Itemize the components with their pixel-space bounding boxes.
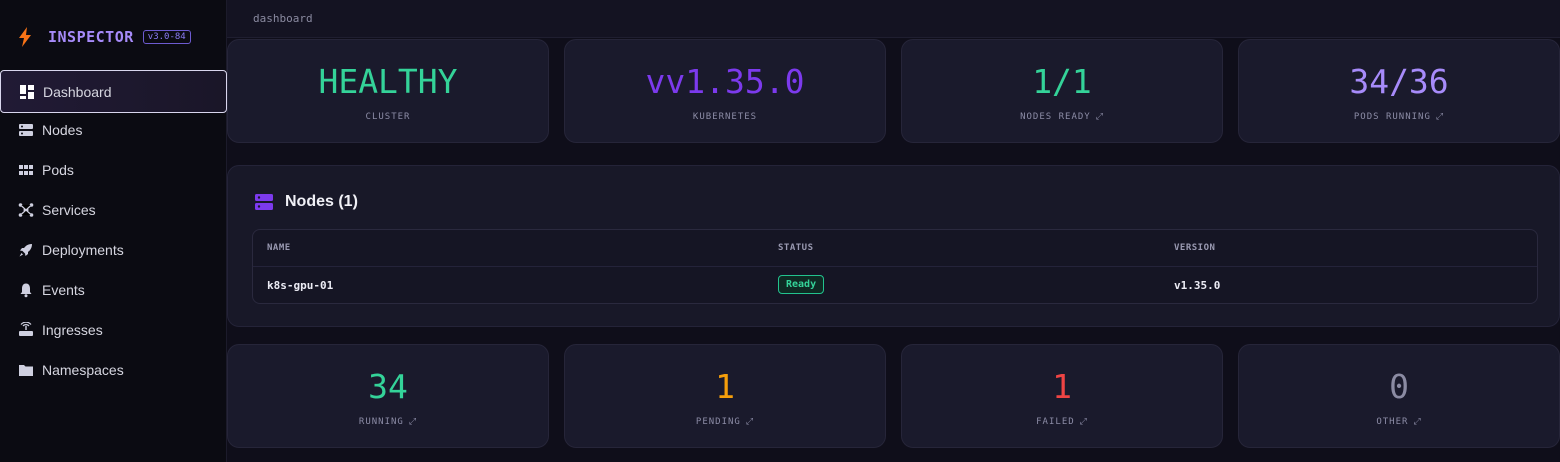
panel-title: Nodes (1) xyxy=(254,192,358,212)
sidebar-item-ingresses[interactable]: Ingresses xyxy=(0,310,227,350)
stat-label-text: NODES READY xyxy=(1020,112,1091,122)
sidebar-item-label: Events xyxy=(42,282,85,298)
stat-label: PODS RUNNING ⤢ xyxy=(1239,112,1559,122)
stat-label-text: PODS RUNNING xyxy=(1353,112,1431,122)
brand[interactable]: INSPECTOR v3.0-84 xyxy=(18,26,191,48)
dashboard-icon xyxy=(18,83,35,100)
sidebar-item-deployments[interactable]: Deployments xyxy=(0,230,227,270)
external-link-icon[interactable]: ⤢ xyxy=(1096,112,1104,122)
folder-icon xyxy=(17,362,34,379)
stat-label-text: CLUSTER xyxy=(365,112,411,122)
brand-name: INSPECTOR xyxy=(48,28,134,46)
stat-label: FAILED ⤢ xyxy=(902,417,1222,427)
stat-label: PENDING ⤢ xyxy=(565,417,885,427)
stat-label-text: OTHER xyxy=(1376,417,1409,427)
stat-label: CLUSTER xyxy=(228,112,548,122)
sidebar-item-label: Pods xyxy=(42,162,74,178)
stat-label: KUBERNETES xyxy=(565,112,885,122)
external-link-icon[interactable]: ⤢ xyxy=(746,417,754,427)
grid-icon xyxy=(17,162,34,179)
stat-label: OTHER ⤢ xyxy=(1239,417,1559,427)
column-header-version[interactable]: VERSION xyxy=(1174,243,1215,253)
stat-label-text: KUBERNETES xyxy=(692,112,758,122)
external-link-icon[interactable]: ⤢ xyxy=(1080,417,1088,427)
router-icon xyxy=(17,322,34,339)
topbar: dashboard xyxy=(227,0,1560,38)
stat-value: 0 xyxy=(1389,367,1409,406)
stat-value: 34/36 xyxy=(1349,62,1449,101)
status-badge: Ready xyxy=(778,275,825,294)
network-icon xyxy=(17,202,34,219)
stat-card-running[interactable]: 34 RUNNING ⤢ xyxy=(227,344,549,448)
stat-value: 1/1 xyxy=(1032,62,1092,101)
stat-label: RUNNING ⤢ xyxy=(228,417,548,427)
sidebar-item-events[interactable]: Events xyxy=(0,270,227,310)
sidebar-item-namespaces[interactable]: Namespaces xyxy=(0,350,227,390)
row-divider xyxy=(253,266,1537,267)
nodes-table: NAME STATUS VERSION k8s-gpu-01 Ready v1.… xyxy=(252,229,1538,304)
bell-icon xyxy=(17,282,34,299)
version-badge: v3.0-84 xyxy=(142,30,191,44)
stat-value: 34 xyxy=(368,367,408,406)
stat-value: HEALTHY xyxy=(318,62,458,101)
sidebar-item-label: Nodes xyxy=(42,122,83,138)
stat-card-other[interactable]: 0 OTHER ⤢ xyxy=(1238,344,1560,448)
stat-card-pods-running[interactable]: 34/36 PODS RUNNING ⤢ xyxy=(1238,39,1560,143)
rocket-icon xyxy=(17,242,34,259)
main-content: dashboard HEALTHY CLUSTER vv1.35.0 KUBER… xyxy=(227,0,1560,462)
server-icon xyxy=(17,122,34,139)
column-header-name[interactable]: NAME xyxy=(267,243,291,253)
stat-card-kubernetes: vv1.35.0 KUBERNETES xyxy=(564,39,886,143)
external-link-icon[interactable]: ⤢ xyxy=(1413,417,1421,427)
sidebar-nav: Dashboard Nodes Pods Services Deployment… xyxy=(0,70,227,390)
panel-title-text: Nodes (1) xyxy=(285,193,358,210)
external-link-icon[interactable]: ⤢ xyxy=(1436,112,1444,122)
stat-card-failed[interactable]: 1 FAILED ⤢ xyxy=(901,344,1223,448)
stat-card-nodes-ready[interactable]: 1/1 NODES READY ⤢ xyxy=(901,39,1223,143)
stat-value: vv1.35.0 xyxy=(645,62,805,101)
nodes-panel: Nodes (1) NAME STATUS VERSION k8s-gpu-01… xyxy=(227,165,1560,327)
stat-label-text: FAILED xyxy=(1036,417,1075,427)
node-version: v1.35.0 xyxy=(1174,279,1221,292)
sidebar-item-label: Dashboard xyxy=(43,83,112,100)
lightning-icon xyxy=(18,27,32,47)
sidebar-item-label: Services xyxy=(42,202,96,218)
sidebar-item-label: Ingresses xyxy=(42,322,103,338)
stat-value: 1 xyxy=(715,367,735,406)
node-name[interactable]: k8s-gpu-01 xyxy=(267,279,333,292)
stat-card-cluster: HEALTHY CLUSTER xyxy=(227,39,549,143)
sidebar-item-dashboard[interactable]: Dashboard xyxy=(0,70,227,113)
sidebar-item-pods[interactable]: Pods xyxy=(0,150,227,190)
sidebar-item-services[interactable]: Services xyxy=(0,190,227,230)
sidebar-item-label: Deployments xyxy=(42,242,124,258)
stat-label: NODES READY ⤢ xyxy=(902,112,1222,122)
sidebar-item-nodes[interactable]: Nodes xyxy=(0,110,227,150)
stat-label-text: RUNNING xyxy=(358,417,404,427)
stat-card-pending[interactable]: 1 PENDING ⤢ xyxy=(564,344,886,448)
column-header-status[interactable]: STATUS xyxy=(778,243,814,253)
sidebar-item-label: Namespaces xyxy=(42,362,124,378)
external-link-icon[interactable]: ⤢ xyxy=(409,417,417,427)
breadcrumb: dashboard xyxy=(253,12,313,25)
server-icon xyxy=(255,194,273,210)
sidebar: INSPECTOR v3.0-84 Dashboard Nodes Pods S… xyxy=(0,0,227,462)
stat-value: 1 xyxy=(1052,367,1072,406)
stat-label-text: PENDING xyxy=(695,417,741,427)
